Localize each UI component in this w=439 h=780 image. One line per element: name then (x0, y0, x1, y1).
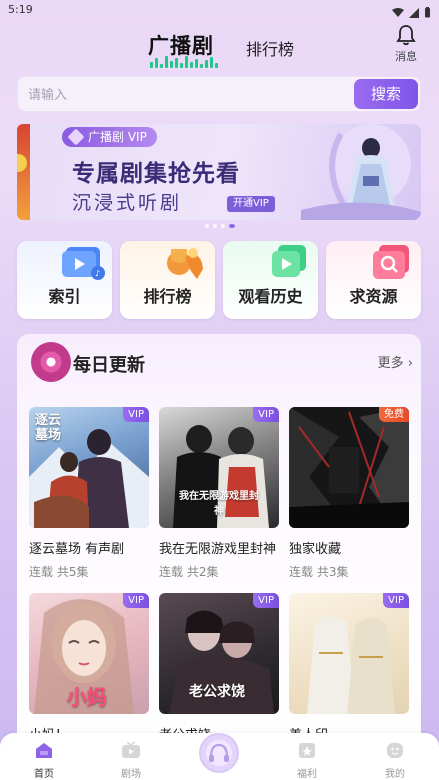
svg-text:♪: ♪ (95, 269, 100, 278)
video-folder-icon: ♪ (62, 247, 105, 280)
tab-mine-label: 我的 (385, 769, 405, 780)
search-input[interactable] (28, 84, 328, 106)
drama-meta: 连载 共5集 (29, 565, 89, 579)
drama-cover: 老公求饶 VIP (159, 593, 279, 714)
tab-welfare[interactable]: 福利 (282, 741, 332, 780)
quick-rank[interactable]: 排行榜 (120, 241, 215, 319)
cover-art (289, 407, 409, 528)
vip-badge: 广播剧 VIP (62, 127, 157, 147)
headphones-icon (209, 743, 229, 762)
record-disc-icon (31, 342, 71, 382)
battery-icon (424, 3, 431, 22)
vip-badge: VIP (123, 593, 149, 608)
tab-theater[interactable]: 剧场 (106, 741, 156, 780)
drama-card[interactable]: 小妈 VIP 小妈！ (29, 593, 149, 743)
drama-card[interactable]: 老公求饶 VIP 老公求饶 (159, 593, 279, 743)
search-folder-icon (373, 245, 409, 279)
banner-prev-peek (17, 124, 30, 220)
search-button[interactable]: 搜索 (354, 79, 418, 109)
wifi-icon (392, 3, 404, 22)
tab-mine[interactable]: 我的 (370, 741, 420, 780)
daily-header: 每日更新 更多 › (17, 334, 421, 390)
status-bar: 5:19 (0, 0, 439, 20)
drama-cover: 小妈 VIP (29, 593, 149, 714)
chevron-right-icon: › (407, 356, 413, 371)
daily-updates-section: 每日更新 更多 › 逐云墓场 VIP 逐云墓场 有声剧 连载 共5集 我在无限游… (17, 334, 421, 754)
trophy-icon (167, 248, 203, 279)
tab-theater-label: 剧场 (121, 769, 141, 780)
drama-title: 我在无限游戏里封神 (159, 542, 277, 557)
cover-title: 老公求饶 (189, 684, 245, 700)
quick-rank-label: 排行榜 (143, 287, 192, 306)
logo-wave-icon (150, 56, 218, 68)
carousel-indicator (205, 224, 235, 228)
quick-index[interactable]: ♪ 索引 (17, 241, 112, 319)
promo-banner[interactable]: 广播剧 VIP 专属剧集抢先看 沉浸式听剧 开通VIP (17, 124, 421, 220)
bottom-tab-bar: 首页 剧场 福利 我的 (0, 733, 439, 780)
profile-icon (387, 743, 403, 758)
daily-title: 每日更新 (73, 355, 145, 376)
more-link[interactable]: 更多 › (378, 352, 413, 371)
banner-subtitle: 沉浸式听剧 (72, 192, 183, 214)
top-header: 广播剧 排行榜 消息 (0, 22, 439, 68)
tab-rank[interactable]: 排行榜 (246, 36, 294, 60)
quick-index-label: 索引 (48, 287, 81, 306)
drama-cover: 免费 (289, 407, 409, 528)
drama-title: 逐云墓场 有声剧 (29, 542, 125, 557)
drama-meta: 连载 共2集 (159, 565, 219, 579)
signal-icon (409, 3, 419, 22)
quick-history[interactable]: 观看历史 (223, 241, 318, 319)
cover-title: 逐云墓场 (35, 413, 62, 443)
vip-badge: VIP (383, 593, 409, 608)
vip-badge: VIP (253, 407, 279, 422)
vip-badge: VIP (253, 593, 279, 608)
message-label: 消息 (395, 50, 417, 63)
cover-title: 小妈 (67, 685, 107, 709)
drama-card[interactable]: VIP 美人印 (289, 593, 409, 743)
vip-badge: VIP (123, 407, 149, 422)
drama-cover: 逐云墓场 VIP (29, 407, 149, 528)
drama-card[interactable]: 我在无限游戏里封神 VIP 我在无限游戏里封神 连载 共2集 (159, 407, 279, 580)
tab-home-label: 首页 (34, 769, 54, 780)
banner-illustration (301, 124, 421, 220)
tab-home[interactable]: 首页 (19, 741, 69, 780)
tv-icon (122, 741, 140, 758)
drama-title: 独家收藏 (289, 542, 342, 557)
bell-icon (395, 24, 417, 46)
quick-links: ♪ 索引 排行榜 观看历史 求资源 (17, 241, 421, 319)
banner-title: 专属剧集抢先看 (72, 161, 240, 187)
cover-title: 我在无限游戏里封神 (179, 491, 259, 517)
open-vip-button[interactable]: 开通VIP (227, 196, 275, 212)
quick-request-label: 求资源 (349, 287, 398, 306)
quick-request[interactable]: 求资源 (326, 241, 421, 319)
quick-history-label: 观看历史 (238, 287, 303, 306)
search-bar: 搜索 (17, 76, 421, 112)
drama-cover: VIP (289, 593, 409, 714)
banner-slide[interactable]: 广播剧 VIP 专属剧集抢先看 沉浸式听剧 开通VIP (30, 124, 421, 220)
center-play-button[interactable] (199, 733, 239, 773)
drama-cover: 我在无限游戏里封神 VIP (159, 407, 279, 528)
status-icons (392, 3, 431, 22)
star-badge-icon (299, 743, 315, 758)
drama-meta: 连载 共3集 (289, 565, 349, 579)
free-badge: 免费 (379, 407, 409, 422)
drama-card[interactable]: 免费 独家收藏 连载 共3集 (289, 407, 409, 580)
drama-card[interactable]: 逐云墓场 VIP 逐云墓场 有声剧 连载 共5集 (29, 407, 149, 580)
home-icon (36, 743, 52, 758)
status-time: 5:19 (8, 3, 33, 16)
tab-welfare-label: 福利 (297, 769, 317, 780)
diamond-icon (67, 128, 85, 146)
message-button[interactable]: 消息 (391, 24, 421, 64)
history-play-icon (272, 245, 306, 277)
cover-art (307, 616, 395, 714)
